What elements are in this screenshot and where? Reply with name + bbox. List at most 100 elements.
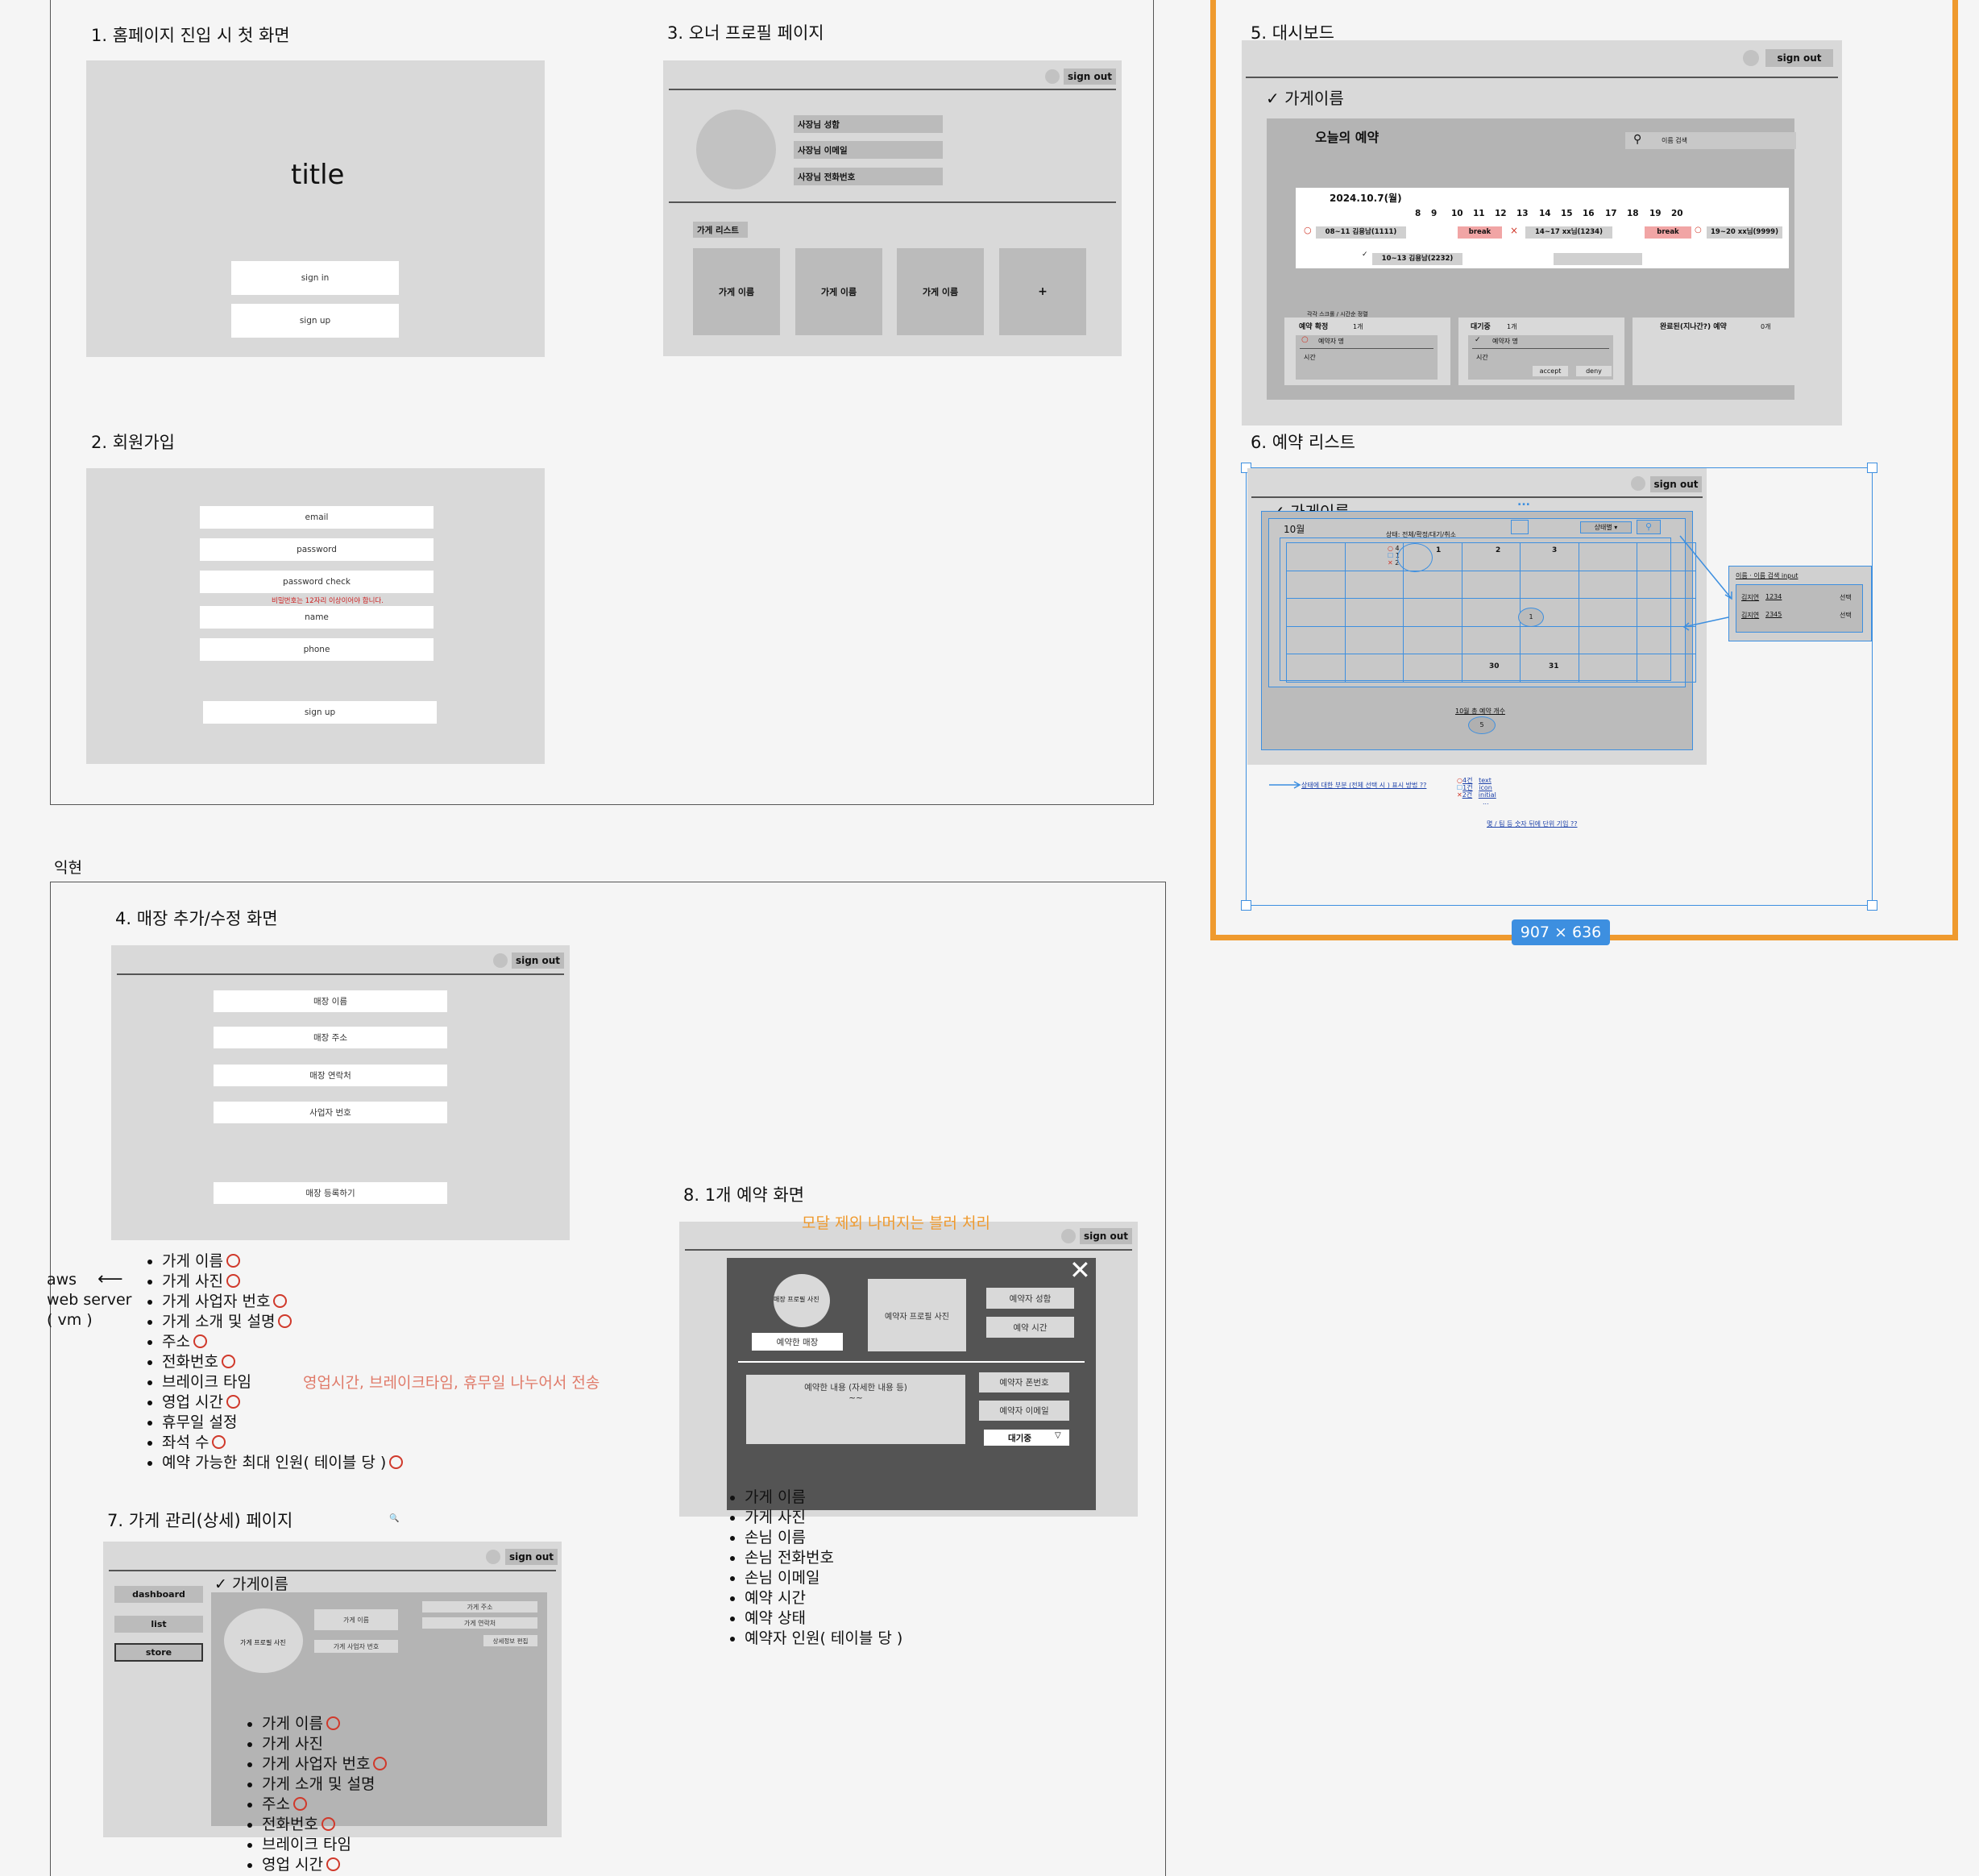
section-title-reservation-list: 6. 예약 리스트 xyxy=(1251,433,1355,452)
close-icon[interactable]: ✕ xyxy=(1069,1255,1091,1285)
store-list-label: 가게 리스트 xyxy=(693,222,748,238)
break-slot: break xyxy=(1645,226,1691,239)
check-icon: ✓ xyxy=(214,1575,227,1593)
nav-list[interactable]: list xyxy=(114,1616,203,1633)
owner-email: 사장님 이메일 xyxy=(794,141,943,159)
done-circle-icon xyxy=(212,1435,226,1449)
section-title-single-reservation: 8. 1개 예약 화면 xyxy=(683,1185,805,1205)
modal-divider xyxy=(738,1361,1085,1363)
cancel-mark: × xyxy=(1510,225,1519,236)
divider xyxy=(669,201,1116,203)
avatar-icon xyxy=(486,1550,500,1564)
unit-note: 몇 / 팀 등 숫자 뒤에 단위 기입 ?? xyxy=(1487,820,1578,828)
confirmed-card[interactable]: ○ 예약자 명 시간 xyxy=(1296,335,1438,380)
sign-out-button[interactable]: sign out xyxy=(1064,68,1116,85)
store-tile[interactable]: 가게 이름 xyxy=(897,248,984,335)
field-label: 가게 소개 및 설명 xyxy=(262,1775,375,1793)
field-list-item: 가게 소개 및 설명 xyxy=(247,1774,387,1795)
sign-out-button[interactable]: sign out xyxy=(1650,476,1702,492)
accept-button[interactable]: accept xyxy=(1533,366,1568,376)
sign-out-button[interactable]: sign out xyxy=(512,953,564,969)
resize-handle[interactable] xyxy=(1241,900,1251,911)
field-label: 주소 xyxy=(262,1795,290,1813)
signup-submit-button[interactable]: sign up xyxy=(203,701,437,724)
done-circle-icon xyxy=(326,1716,340,1730)
register-store-button[interactable]: 매장 등록하기 xyxy=(214,1182,447,1204)
edit-details-button[interactable]: 상세정보 편집 xyxy=(483,1635,537,1646)
confirmed-mark: ○ xyxy=(1695,226,1702,234)
field-list-item: 가게 사진 xyxy=(730,1508,902,1528)
add-store-button[interactable]: + xyxy=(999,248,1086,335)
today-heading: 오늘의 예약 xyxy=(1315,130,1379,145)
sign-out-button[interactable]: sign out xyxy=(505,1549,558,1565)
sign-out-button[interactable]: sign out xyxy=(1080,1228,1132,1244)
divider xyxy=(669,89,1116,90)
phone-field[interactable]: phone xyxy=(200,638,434,661)
deny-button[interactable]: deny xyxy=(1576,366,1612,376)
store-tile[interactable]: 가게 이름 xyxy=(795,248,882,335)
nav-store[interactable]: store xyxy=(114,1643,203,1662)
left-arrow-icon: ⟵ xyxy=(97,1269,123,1289)
avatar-icon xyxy=(493,953,508,968)
reservation-modal: ✕ 매장 프로필 사진 예약한 매장 예약자 프로필 사진 예약자 성함 예약 … xyxy=(727,1255,1096,1510)
single-reservation-screen: 모달 제외 나머지는 블러 처리 sign out ✕ 매장 프로필 사진 예약… xyxy=(679,1214,1138,1517)
reservation-slot[interactable]: 19~20 xx님(9999) xyxy=(1707,226,1782,239)
sign-in-button[interactable]: sign in xyxy=(231,261,399,295)
more-options-icon[interactable]: ... xyxy=(1517,496,1530,508)
status-dropdown[interactable]: 대기중 ▽ xyxy=(984,1430,1069,1446)
hour-label: 10 xyxy=(1451,209,1463,218)
resize-handle[interactable] xyxy=(1867,900,1877,911)
business-number-field[interactable]: 사업자 번호 xyxy=(214,1102,447,1123)
divider xyxy=(1300,348,1433,349)
email-field[interactable]: email xyxy=(200,506,434,529)
legend-count: 1건 xyxy=(1462,784,1473,791)
booker-name: 예약자 성함 xyxy=(986,1288,1074,1309)
field-label: 가게 사진 xyxy=(162,1272,223,1290)
divider xyxy=(117,973,564,975)
reservation-time: 시간 xyxy=(1476,354,1488,361)
reservation-slot[interactable]: 10~13 김용남(2232) xyxy=(1372,253,1462,265)
done-circle-icon xyxy=(326,1857,340,1871)
reservation-time: 예약 시간 xyxy=(986,1317,1074,1338)
sign-up-button[interactable]: sign up xyxy=(231,304,399,338)
reservation-slot[interactable]: 08~11 김용남(1111) xyxy=(1316,226,1406,239)
signup-screen: email password password check 비밀번호는 12자리… xyxy=(86,468,545,764)
store-profile-photo-label: 매장 프로필 사진 xyxy=(774,1296,819,1303)
confirmed-column: 예약 확정 1개 ○ 예약자 명 시간 xyxy=(1284,318,1450,385)
hour-label: 19 xyxy=(1649,209,1662,218)
owner-profile-screen: sign out 사장님 성함 사장님 이메일 사장님 전화번호 가게 리스트 … xyxy=(663,60,1122,356)
store-tile[interactable]: 가게 이름 xyxy=(693,248,780,335)
waiting-label: 대기중 xyxy=(1471,323,1491,331)
nav-dashboard[interactable]: dashboard xyxy=(114,1586,203,1603)
password-check-field[interactable]: password check xyxy=(200,571,434,593)
name-search-input[interactable]: ⚲ 이름 검색 xyxy=(1625,132,1796,149)
business-number-value: 가게 사업자 번호 xyxy=(314,1640,398,1653)
store-name-field[interactable]: 매장 이름 xyxy=(214,990,447,1012)
legend-more: ... xyxy=(1483,799,1489,806)
field-label: 브레이크 타임 xyxy=(162,1373,251,1391)
waiting-card[interactable]: ✓ 예약자 명 시간 accept deny xyxy=(1468,335,1613,380)
field-list-item: 손님 이메일 xyxy=(730,1568,902,1588)
status-value: 대기중 xyxy=(1008,1434,1031,1443)
owner-name: 사장님 성함 xyxy=(794,115,943,133)
hour-label: 15 xyxy=(1561,209,1573,218)
legend-mark: ○ xyxy=(1457,777,1462,784)
legend-kind: text xyxy=(1479,777,1492,784)
store-address-field[interactable]: 매장 주소 xyxy=(214,1027,447,1048)
reservation-slot[interactable]: 14~17 xx님(1234) xyxy=(1525,226,1612,239)
field-list-item: 가게 사진 xyxy=(147,1272,403,1292)
field-label: 손님 이메일 xyxy=(745,1569,820,1587)
field-label: 예약 상태 xyxy=(745,1609,806,1627)
password-field[interactable]: password xyxy=(200,538,434,561)
confirmed-count: 1개 xyxy=(1353,323,1363,330)
field-list-item: 가게 사업자 번호 xyxy=(147,1292,403,1312)
select-result-button[interactable]: 선택 xyxy=(1840,611,1852,620)
store-contact-field[interactable]: 매장 연락처 xyxy=(214,1065,447,1086)
sign-out-button[interactable]: sign out xyxy=(1765,49,1833,67)
reservation-content: 예약한 내용 (자세한 내용 등) ~~ xyxy=(746,1375,965,1444)
store-profile-photo-label: 가게 프로필 사진 xyxy=(240,1639,286,1646)
resize-handle[interactable] xyxy=(1867,463,1877,473)
select-result-button[interactable]: 선택 xyxy=(1840,593,1852,602)
store-name-heading: ✓ 가게이름 xyxy=(1266,85,1344,109)
name-field[interactable]: name xyxy=(200,606,434,629)
